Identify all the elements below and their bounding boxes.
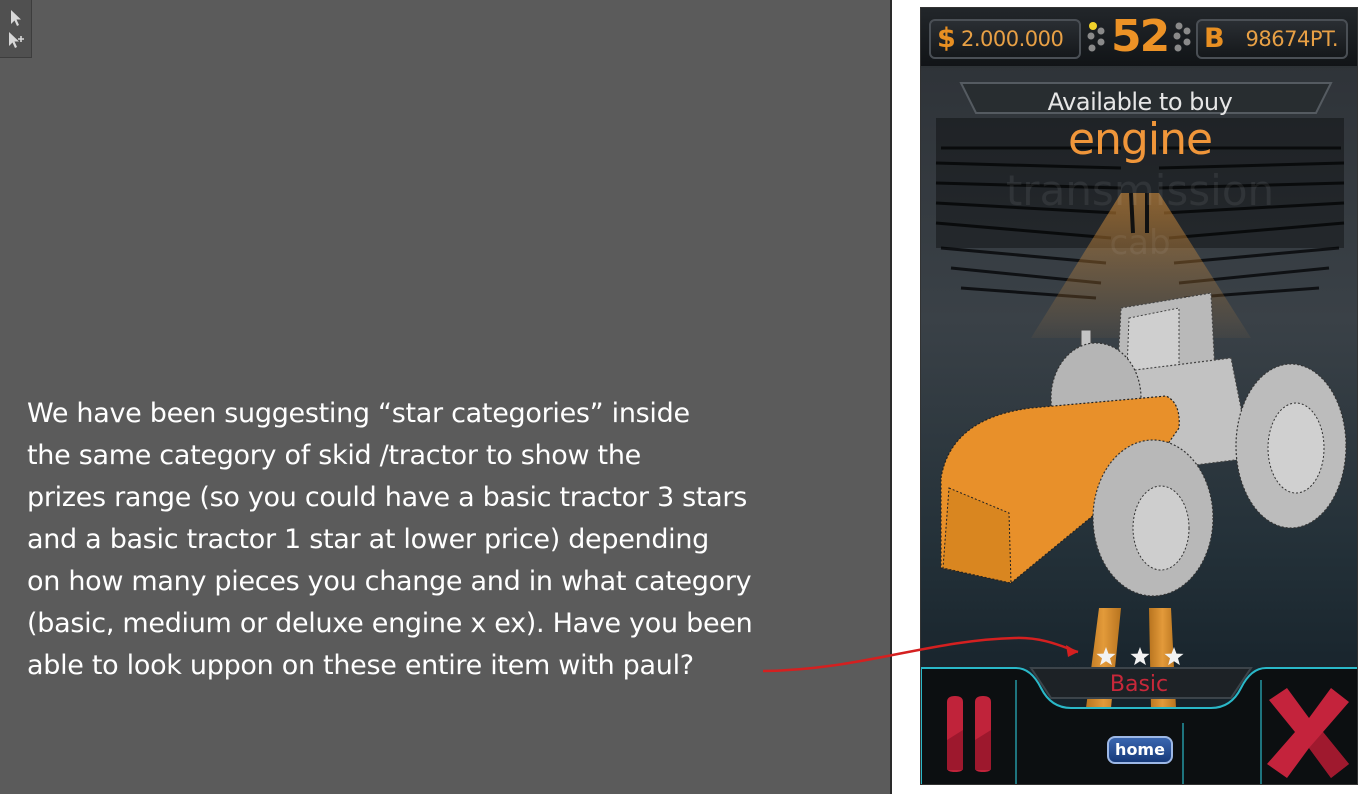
star-rating [1096,647,1184,666]
level-dots-right-icon [1173,22,1191,52]
top-hud-bar: $ 2.000.000 52 B 98674PT. [921,8,1357,68]
shop-title-banner: Available to buy engine [921,88,1357,165]
pause-icon [947,696,991,772]
money-value: 2.000.000 [961,27,1064,51]
close-button[interactable] [1259,680,1355,784]
game-screen-mockup: $ 2.000.000 52 B 98674PT. transmission c… [920,7,1358,785]
star-icon [1096,647,1116,666]
selection-tool-icon[interactable] [7,8,27,30]
comment-line: (basic, medium or deluxe engine x ex). H… [27,608,753,639]
comment-line: and a basic tractor 1 star at lower pric… [27,524,710,555]
player-level: 52 [1111,11,1170,62]
current-category-label[interactable]: engine [921,114,1357,165]
star-icon [1164,647,1184,666]
level-dots-left-icon [1087,22,1105,52]
comment-line: prizes range (so you could have a basic … [27,482,747,513]
points-value: 98674PT. [1245,27,1339,51]
points-counter: B 98674PT. [1196,19,1348,59]
next-category-label[interactable]: transmission [921,166,1357,215]
pause-button[interactable] [935,680,1015,780]
direct-selection-tool-icon[interactable] [7,30,27,52]
tier-label: Basic [1109,672,1169,697]
money-counter: $ 2.000.000 [929,19,1081,59]
comment-line: able to look uppon on these entire item … [27,650,694,681]
available-to-buy-label: Available to buy [1047,88,1233,116]
home-button[interactable]: home [1107,736,1173,764]
toolbox-panel [0,0,32,58]
star-icon [1130,647,1150,666]
comment-line: We have been suggesting “star categories… [27,398,690,429]
review-comment: We have been suggesting “star categories… [27,393,857,687]
comment-line: the same category of skid /tractor to sh… [27,440,641,471]
ghost-category-label[interactable]: cab [921,223,1357,263]
points-b-icon: B [1204,23,1225,54]
canvas-divider [890,0,892,794]
comment-line: on how many pieces you change and in wha… [27,566,752,597]
dollar-icon: $ [937,23,956,54]
close-icon [1267,688,1349,778]
